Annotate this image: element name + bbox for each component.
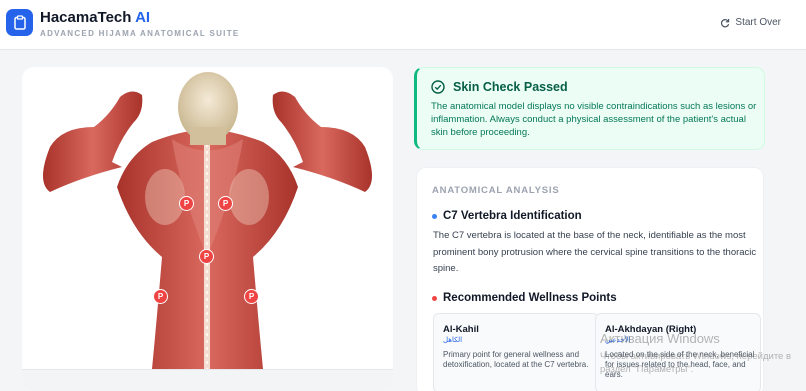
recommended-title: Recommended Wellness Points bbox=[443, 292, 617, 304]
muscle-anatomy-illustration bbox=[43, 72, 372, 369]
start-over-button[interactable]: Start Over bbox=[720, 17, 781, 28]
hijama-point-marker[interactable]: P bbox=[244, 289, 259, 304]
section-label: ANATOMICAL ANALYSIS bbox=[432, 185, 560, 196]
logo bbox=[6, 9, 33, 36]
c7-description: The C7 vertebra is located at the base o… bbox=[433, 230, 757, 274]
app-title: HacamaTech AI bbox=[40, 9, 150, 26]
recommended-bullet-icon bbox=[432, 296, 437, 301]
skin-check-card: Skin Check Passed The anatomical model d… bbox=[414, 67, 765, 150]
hijama-point-marker[interactable]: P bbox=[199, 249, 214, 264]
c7-title: C7 Vertebra Identification bbox=[443, 210, 582, 222]
point-arabic-name: الكاهل bbox=[443, 336, 463, 344]
windows-activation-hint: Чтобы активировать Windows, перейдите в … bbox=[600, 351, 792, 375]
start-over-label: Start Over bbox=[735, 17, 781, 28]
point-description: Primary point for general wellness and d… bbox=[443, 350, 589, 369]
c7-bullet-icon bbox=[432, 214, 437, 219]
hijama-point-marker[interactable]: P bbox=[218, 196, 233, 211]
point-name: Al-Kahil bbox=[443, 324, 479, 335]
anatomy-image-card: P P P P P bbox=[22, 67, 393, 391]
check-circle-icon bbox=[431, 80, 445, 94]
windows-activation-watermark: Активация Windows bbox=[600, 331, 720, 346]
brand-accent: AI bbox=[135, 9, 151, 26]
refresh-icon bbox=[721, 18, 730, 27]
brand-name: HacamaTech bbox=[40, 9, 132, 26]
hijama-point-marker[interactable]: P bbox=[179, 196, 194, 211]
skin-check-text: The anatomical model displays no visible… bbox=[431, 101, 757, 138]
hijama-point-marker[interactable]: P bbox=[153, 289, 168, 304]
clipboard-icon bbox=[13, 15, 26, 30]
wellness-point-card[interactable]: Al-Kahil الكاهل Primary point for genera… bbox=[433, 313, 599, 391]
image-footer-bar bbox=[22, 369, 393, 391]
app-header: HacamaTech AI ADVANCED HIJAMA ANATOMICAL… bbox=[0, 0, 806, 50]
app-subtitle: ADVANCED HIJAMA ANATOMICAL SUITE bbox=[40, 29, 240, 38]
skin-check-title: Skin Check Passed bbox=[453, 80, 568, 94]
